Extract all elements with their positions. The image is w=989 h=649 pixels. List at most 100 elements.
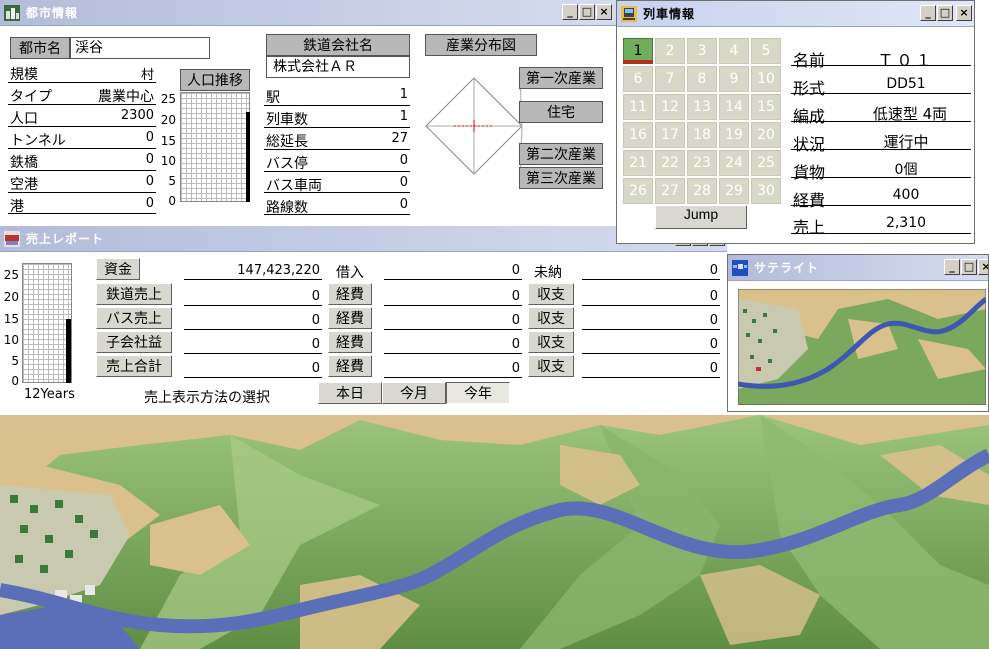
info-value: 0個 (894, 162, 918, 178)
loan-label: 借入 (336, 265, 364, 281)
minimize-button[interactable]: _ (562, 4, 578, 20)
expense-button-4[interactable]: 経費 (328, 355, 372, 377)
city-app-icon (4, 5, 20, 21)
row-label: トンネル (10, 133, 66, 149)
industry-primary: 第一次産業 (519, 67, 603, 89)
train-slot[interactable]: 19 (719, 122, 749, 148)
balance-button-2[interactable]: 収支 (528, 307, 574, 329)
rail-sales-button[interactable]: 鉄道売上 (96, 283, 172, 305)
train-slot[interactable]: 3 (687, 38, 717, 64)
expense-button-1[interactable]: 経費 (328, 283, 372, 305)
city-info-titlebar[interactable]: 都市情報 _ □ × (0, 0, 616, 26)
total-sales-button[interactable]: 売上合計 (96, 355, 172, 377)
train-slot[interactable]: 10 (751, 66, 781, 92)
stat-label: 総延長 (266, 134, 308, 150)
minimize-button[interactable]: _ (944, 259, 960, 275)
stat-value: 0 (399, 197, 408, 212)
satellite-titlebar[interactable]: サテライト _ □ × (728, 255, 988, 281)
subsidiary-profit-button[interactable]: 子会社益 (96, 331, 172, 353)
train-slot[interactable]: 23 (687, 150, 717, 176)
train-slot[interactable]: 14 (719, 94, 749, 120)
maximize-button[interactable]: □ (961, 259, 977, 275)
balance-value-4: 0 (709, 361, 718, 376)
close-button[interactable]: × (956, 5, 972, 21)
expense-value-4: 0 (511, 361, 520, 376)
maximize-button[interactable]: □ (937, 5, 953, 21)
train-slot[interactable]: 9 (719, 66, 749, 92)
train-slot[interactable]: 29 (719, 178, 749, 204)
terrain-map-view[interactable] (0, 415, 989, 649)
train-app-icon (621, 6, 637, 22)
balance-button-3[interactable]: 収支 (528, 331, 574, 353)
stat-value: 1 (399, 87, 408, 102)
train-slot[interactable]: 24 (719, 150, 749, 176)
train-slot[interactable]: 20 (751, 122, 781, 148)
row-label: 人口 (10, 111, 38, 127)
satellite-minimap[interactable] (738, 289, 986, 405)
mode-month-button[interactable]: 今月 (382, 382, 446, 404)
city-name-value: 渓谷 (75, 40, 103, 56)
stat-value: 0 (399, 175, 408, 190)
train-info-titlebar[interactable]: 列車情報 _ □ × (617, 1, 974, 27)
sales-bar (66, 319, 71, 383)
tick-label: 5 (11, 354, 19, 368)
funds-button[interactable]: 資金 (96, 258, 140, 280)
train-slot[interactable]: 2 (655, 38, 685, 64)
train-slot[interactable]: 15 (751, 94, 781, 120)
train-slot[interactable]: 30 (751, 178, 781, 204)
row-label: タイプ (10, 89, 52, 105)
train-info-window: 列車情報 _ □ × 1 2 3 4 5 6 7 8 9 10 11 12 13… (616, 0, 975, 244)
train-slot[interactable]: 13 (687, 94, 717, 120)
jump-button[interactable]: Jump (655, 205, 747, 229)
unpaid-value: 0 (709, 263, 718, 278)
years-label: 12Years (24, 387, 75, 402)
train-slot[interactable]: 11 (623, 94, 653, 120)
train-slot[interactable]: 4 (719, 38, 749, 64)
satellite-title: サテライト (754, 261, 820, 275)
train-slot[interactable]: 27 (655, 178, 685, 204)
row-value: 0 (145, 196, 154, 211)
tick-label: 10 (3, 333, 19, 347)
bus-sales-button[interactable]: バス売上 (96, 307, 172, 329)
train-slot[interactable]: 5 (751, 38, 781, 64)
display-mode-label: 売上表示方法の選択 (144, 390, 270, 406)
train-slot[interactable]: 7 (655, 66, 685, 92)
company-label: 鉄道会社名 (266, 34, 410, 56)
expense-value-3: 0 (511, 337, 520, 352)
row-label: 規模 (10, 67, 38, 83)
train-slot[interactable]: 25 (751, 150, 781, 176)
train-slot[interactable]: 26 (623, 178, 653, 204)
stat-value: 1 (399, 109, 408, 124)
train-slot[interactable]: 12 (655, 94, 685, 120)
train-slot[interactable]: 17 (655, 122, 685, 148)
train-slot[interactable]: 8 (687, 66, 717, 92)
maximize-button[interactable]: □ (579, 4, 595, 20)
expense-button-3[interactable]: 経費 (328, 331, 372, 353)
row-value: 0 (145, 152, 154, 167)
stat-label: バス停 (266, 156, 308, 172)
row-value: 2300 (120, 108, 154, 123)
tick-label: 0 (168, 194, 176, 208)
close-button[interactable]: × (978, 259, 988, 275)
info-label: 名前 (793, 51, 826, 70)
city-name-field[interactable]: 渓谷 (70, 37, 210, 59)
balance-button-4[interactable]: 収支 (528, 355, 574, 377)
tick-label: 15 (3, 312, 19, 326)
close-button[interactable]: × (596, 4, 612, 20)
train-slot[interactable]: 22 (655, 150, 685, 176)
industry-residential: 住宅 (519, 101, 603, 123)
expense-button-2[interactable]: 経費 (328, 307, 372, 329)
train-slot[interactable]: 21 (623, 150, 653, 176)
tick-label: 25 (160, 92, 176, 106)
minimize-button[interactable]: _ (920, 5, 936, 21)
subsidiary-profit-value: 0 (311, 337, 320, 352)
tick-label: 20 (3, 290, 19, 304)
train-slot[interactable]: 6 (623, 66, 653, 92)
balance-button-1[interactable]: 収支 (528, 283, 574, 305)
selected-slot-indicator (623, 60, 653, 64)
train-slot[interactable]: 16 (623, 122, 653, 148)
mode-today-button[interactable]: 本日 (318, 382, 382, 404)
mode-year-button[interactable]: 今年 (446, 382, 510, 404)
train-slot[interactable]: 18 (687, 122, 717, 148)
train-slot[interactable]: 28 (687, 178, 717, 204)
